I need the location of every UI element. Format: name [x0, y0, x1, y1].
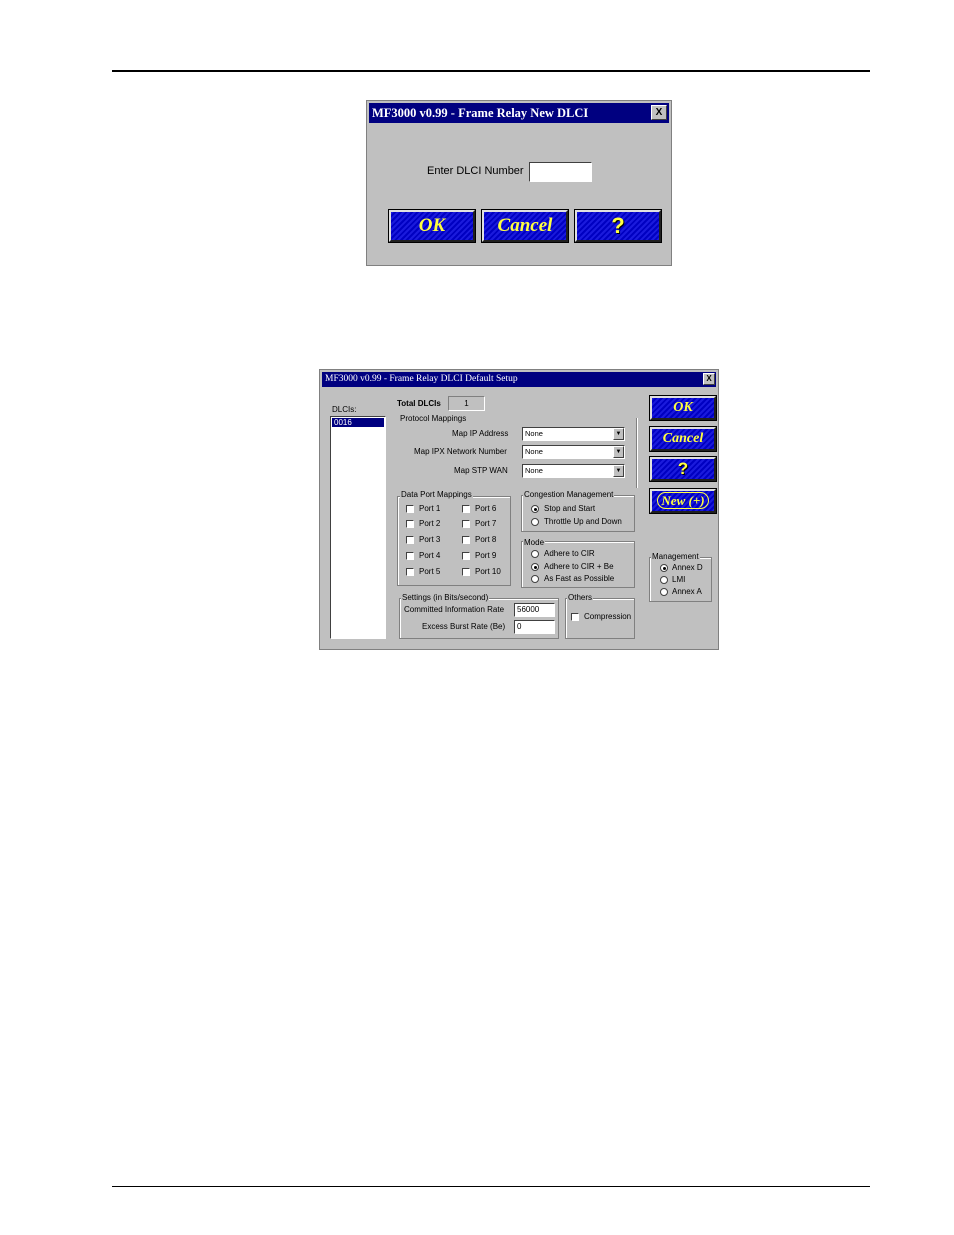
port-1-label: Port 1 [419, 504, 441, 513]
dlci-setup-titlebar: MF3000 v0.99 - Frame Relay DLCI Default … [322, 372, 716, 387]
new-dlci-titlebar: MF3000 v0.99 - Frame Relay New DLCI X [369, 103, 669, 123]
annex-d-label: Annex D [672, 563, 703, 572]
chevron-down-icon[interactable]: ▼ [613, 446, 624, 458]
port-9-box[interactable] [462, 552, 470, 560]
header-rule [112, 70, 870, 72]
port-6-box[interactable] [462, 505, 470, 513]
adhere-cir-be-label: Adhere to CIR + Be [544, 562, 614, 571]
dlci-number-label: Enter DLCI Number [427, 165, 524, 177]
port-1-box[interactable] [406, 505, 414, 513]
dlci-number-input[interactable] [529, 162, 592, 182]
cancel-label: Cancel [497, 215, 553, 236]
stop-start-label: Stop and Start [544, 504, 596, 513]
map-ip-value: None [525, 429, 543, 438]
port-5-label: Port 5 [419, 567, 441, 576]
port-7-box[interactable] [462, 520, 470, 528]
map-ip-label: Map IP Address [452, 429, 509, 438]
throttle-label: Throttle Up and Down [544, 517, 622, 526]
annex-d-dot[interactable] [660, 564, 668, 572]
port-6-label: Port 6 [475, 504, 497, 513]
total-dlcis-value: 1 [448, 396, 485, 411]
map-ipx-value: None [525, 447, 543, 456]
throttle-dot[interactable] [531, 518, 539, 526]
map-stp-select[interactable]: None ▼ [522, 464, 625, 478]
new-label: New (+) [657, 492, 709, 509]
port-4-box[interactable] [406, 552, 414, 560]
dlci-setup-dialog: MF3000 v0.99 - Frame Relay DLCI Default … [319, 369, 719, 650]
adhere-cir-be-dot[interactable] [531, 563, 539, 571]
port-5-box[interactable] [406, 568, 414, 576]
congestion-title: Congestion Management [523, 490, 615, 500]
ok-button[interactable]: OK [650, 396, 716, 420]
mode-title: Mode [523, 538, 546, 548]
map-ipx-select[interactable]: None ▼ [522, 445, 625, 459]
new-dlci-button[interactable]: New (+) [650, 489, 716, 513]
adhere-cir-label: Adhere to CIR [544, 549, 595, 558]
close-button[interactable]: X [651, 105, 667, 120]
port-2-box[interactable] [406, 520, 414, 528]
protocol-mappings-title: Protocol Mappings [400, 414, 467, 423]
total-dlcis-label: Total DLCIs [397, 399, 441, 408]
map-stp-value: None [525, 466, 543, 475]
ok-button[interactable]: OK [389, 210, 475, 242]
port-2-label: Port 2 [419, 519, 441, 528]
annex-a-label: Annex A [672, 587, 702, 596]
compression-box[interactable] [571, 613, 579, 621]
cancel-label: Cancel [662, 431, 704, 446]
cancel-button[interactable]: Cancel [650, 427, 716, 451]
port-9-label: Port 9 [475, 551, 497, 560]
help-button[interactable]: ? [650, 457, 716, 481]
port-8-box[interactable] [462, 536, 470, 544]
be-label: Excess Burst Rate (Be) [422, 622, 506, 631]
help-button[interactable]: ? [575, 210, 661, 242]
dlcis-label: DLCIs: [332, 405, 357, 414]
map-ip-select[interactable]: None ▼ [522, 427, 625, 441]
data-port-title: Data Port Mappings [400, 490, 473, 500]
annex-a-dot[interactable] [660, 588, 668, 596]
others-title: Others [567, 593, 594, 603]
chevron-down-icon[interactable]: ▼ [613, 428, 624, 440]
help-icon: ? [611, 213, 625, 238]
port-10-box[interactable] [462, 568, 470, 576]
be-input[interactable]: 0 [514, 620, 555, 634]
close-button[interactable]: X [703, 373, 715, 385]
map-ipx-label: Map IPX Network Number [414, 447, 507, 456]
cancel-button[interactable]: Cancel [482, 210, 568, 242]
stop-start-dot[interactable] [531, 505, 539, 513]
ok-label: OK [418, 215, 446, 236]
new-dlci-dialog: MF3000 v0.99 - Frame Relay New DLCI X En… [366, 100, 672, 266]
port-3-box[interactable] [406, 536, 414, 544]
dlci-list-item[interactable]: 0016 [332, 418, 384, 427]
as-fast-dot[interactable] [531, 575, 539, 583]
management-title: Management [651, 552, 700, 562]
port-7-label: Port 7 [475, 519, 497, 528]
ok-label: OK [673, 400, 693, 415]
as-fast-label: As Fast as Possible [544, 574, 615, 583]
settings-title: Settings (in Bits/second) [401, 593, 490, 603]
lmi-label: LMI [672, 575, 686, 584]
adhere-cir-dot[interactable] [531, 550, 539, 558]
dlci-listbox[interactable]: 0016 [330, 416, 386, 639]
help-icon: ? [677, 459, 689, 478]
dialog-title: MF3000 v0.99 - Frame Relay New DLCI [372, 106, 589, 120]
port-4-label: Port 4 [419, 551, 441, 560]
compression-label: Compression [584, 612, 632, 621]
chevron-down-icon[interactable]: ▼ [613, 465, 624, 477]
port-10-label: Port 10 [475, 567, 501, 576]
footer-rule [112, 1186, 870, 1187]
lmi-dot[interactable] [660, 576, 668, 584]
port-8-label: Port 8 [475, 535, 497, 544]
dialog-title: MF3000 v0.99 - Frame Relay DLCI Default … [325, 374, 518, 384]
map-stp-label: Map STP WAN [454, 466, 508, 475]
protocol-divider [636, 418, 637, 488]
cir-label: Committed Information Rate [404, 605, 505, 614]
port-3-label: Port 3 [419, 535, 441, 544]
cir-input[interactable]: 56000 [514, 603, 555, 617]
